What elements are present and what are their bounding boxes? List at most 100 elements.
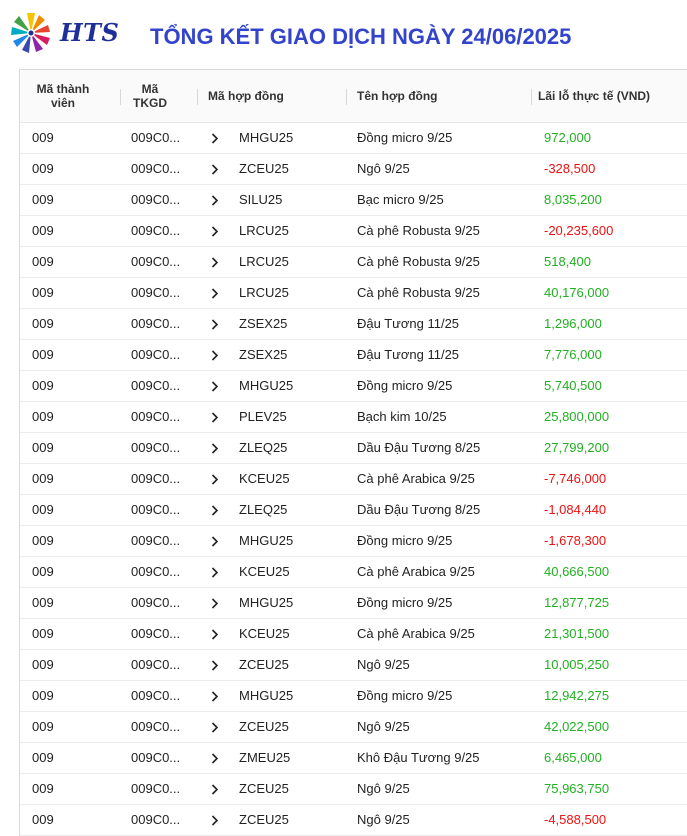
tkgd-cell: 009C0... (131, 595, 181, 610)
table-row[interactable]: 009 009C0... KCEU25 Cà phê Arabica 9/25 21,3… (20, 619, 687, 650)
chevron-right-icon[interactable] (211, 495, 221, 525)
col-header-member-line1: Mã thành (36, 82, 90, 96)
chevron-right-icon[interactable] (211, 371, 221, 401)
contract-code-cell: ZCEU25 (239, 812, 289, 827)
contract-name-cell: Đậu Tương 11/25 (357, 347, 460, 362)
col-header-pnl[interactable]: Lãi lỗ thực tế (VND) (538, 70, 686, 122)
chevron-right-icon[interactable] (211, 154, 221, 184)
chevron-right-icon[interactable] (211, 340, 221, 370)
member-code-cell: 009 (32, 812, 54, 827)
chevron-right-icon[interactable] (211, 123, 221, 153)
table-row[interactable]: 009 009C0... ZCEU25 Ngô 9/25 -328,500 (20, 154, 687, 185)
hts-logo-icon (8, 10, 54, 56)
chevron-right-icon[interactable] (211, 309, 221, 339)
tkgd-cell: 009C0... (131, 409, 181, 424)
pnl-cell: 27,799,200 (544, 440, 610, 455)
chevron-right-icon[interactable] (211, 216, 221, 246)
chevron-right-icon[interactable] (211, 402, 221, 432)
chevron-right-icon[interactable] (211, 650, 221, 680)
member-code-cell: 009 (32, 285, 54, 300)
member-code-cell: 009 (32, 781, 54, 796)
contract-code-cell: ZLEQ25 (239, 440, 288, 455)
member-code-cell: 009 (32, 192, 54, 207)
column-divider (346, 89, 347, 105)
table-row[interactable]: 009 009C0... ZMEU25 Khô Đậu Tương 9/25 6,465… (20, 743, 687, 774)
table-row[interactable]: 009 009C0... ZLEQ25 Dầu Đậu Tương 8/25 27,79… (20, 433, 687, 464)
chevron-right-icon[interactable] (211, 588, 221, 618)
pnl-cell: 518,400 (544, 254, 591, 269)
chevron-right-icon[interactable] (211, 805, 221, 835)
chevron-right-icon[interactable] (211, 743, 221, 773)
chevron-right-icon[interactable] (211, 278, 221, 308)
col-header-contract-name[interactable]: Tên hợp đồng (357, 70, 527, 122)
contract-name-cell: Dầu Đậu Tương 8/25 (357, 440, 481, 455)
table-row[interactable]: 009 009C0... KCEU25 Cà phê Arabica 9/25 -7,7… (20, 464, 687, 495)
table-row[interactable]: 009 009C0... MHGU25 Đồng micro 9/25 12,942,2… (20, 681, 687, 712)
table-row[interactable]: 009 009C0... ZCEU25 Ngô 9/25 75,963,750 (20, 774, 687, 805)
chevron-right-icon[interactable] (211, 185, 221, 215)
table-row[interactable]: 009 009C0... ZCEU25 Ngô 9/25 42,022,500 (20, 712, 687, 743)
table-header: Mã thành viên Mã TKGD Mã hợp đồng Tên hợp … (20, 70, 687, 123)
column-divider (531, 89, 532, 105)
member-code-cell: 009 (32, 378, 54, 393)
pnl-cell: -1,084,440 (544, 502, 607, 517)
chevron-right-icon[interactable] (211, 247, 221, 277)
table-row[interactable]: 009 009C0... ZCEU25 Ngô 9/25 10,005,250 (20, 650, 687, 681)
contract-name-cell: Cà phê Arabica 9/25 (357, 471, 475, 486)
table-row[interactable]: 009 009C0... MHGU25 Đồng micro 9/25 12,877,7… (20, 588, 687, 619)
col-header-member[interactable]: Mã thành viên (20, 70, 106, 122)
table-row[interactable]: 009 009C0... PLEV25 Bạch kim 10/25 25,800,00… (20, 402, 687, 433)
pnl-cell: 75,963,750 (544, 781, 610, 796)
chevron-right-icon[interactable] (211, 681, 221, 711)
table-row[interactable]: 009 009C0... LRCU25 Cà phê Robusta 9/25 -20,… (20, 216, 687, 247)
contract-name-cell: Đồng micro 9/25 (357, 595, 453, 610)
chevron-right-icon[interactable] (211, 557, 221, 587)
col-header-pnl-label: Lãi lỗ thực tế (VND) (538, 89, 651, 103)
member-code-cell: 009 (32, 161, 54, 176)
contract-name-cell: Đồng micro 9/25 (357, 688, 453, 703)
contract-name-cell: Ngô 9/25 (357, 781, 410, 796)
pnl-cell: 10,005,250 (544, 657, 610, 672)
table-row[interactable]: 009 009C0... ZSEX25 Đậu Tương 11/25 7,776,00… (20, 340, 687, 371)
chevron-right-icon[interactable] (211, 433, 221, 463)
col-header-tkgd[interactable]: Mã TKGD (121, 70, 179, 122)
table-row[interactable]: 009 009C0... LRCU25 Cà phê Robusta 9/25 40,1… (20, 278, 687, 309)
pnl-cell: 25,800,000 (544, 409, 610, 424)
contract-code-cell: LRCU25 (239, 254, 289, 269)
contract-code-cell: ZSEX25 (239, 347, 288, 362)
contract-code-cell: MHGU25 (239, 533, 294, 548)
member-code-cell: 009 (32, 254, 54, 269)
chevron-right-icon[interactable] (211, 712, 221, 742)
col-header-tkgd-line2: TKGD (133, 96, 167, 110)
contract-code-cell: ZCEU25 (239, 657, 289, 672)
tkgd-cell: 009C0... (131, 657, 181, 672)
table-row[interactable]: 009 009C0... MHGU25 Đồng micro 9/25 -1,678,3… (20, 526, 687, 557)
contract-code-cell: KCEU25 (239, 471, 290, 486)
table-row[interactable]: 009 009C0... MHGU25 Đồng micro 9/25 5,740,50… (20, 371, 687, 402)
table-row[interactable]: 009 009C0... MHGU25 Đồng micro 9/25 972,000 (20, 123, 687, 154)
pnl-cell: -7,746,000 (544, 471, 607, 486)
chevron-right-icon[interactable] (211, 464, 221, 494)
table-row[interactable]: 009 009C0... LRCU25 Cà phê Robusta 9/25 518,… (20, 247, 687, 278)
pnl-cell: 6,465,000 (544, 750, 602, 765)
member-code-cell: 009 (32, 626, 54, 641)
contract-name-cell: Đồng micro 9/25 (357, 130, 453, 145)
col-header-contract-name-label: Tên hợp đồng (357, 89, 438, 103)
contract-code-cell: MHGU25 (239, 688, 294, 703)
member-code-cell: 009 (32, 316, 54, 331)
chevron-right-icon[interactable] (211, 526, 221, 556)
table-row[interactable]: 009 009C0... SILU25 Bạc micro 9/25 8,035,200 (20, 185, 687, 216)
contract-name-cell: Ngô 9/25 (357, 161, 410, 176)
table-row[interactable]: 009 009C0... ZSEX25 Đậu Tương 11/25 1,296,00… (20, 309, 687, 340)
contract-code-cell: ZLEQ25 (239, 502, 288, 517)
chevron-right-icon[interactable] (211, 619, 221, 649)
col-header-contract-code[interactable]: Mã hợp đồng (208, 70, 338, 122)
chevron-right-icon[interactable] (211, 774, 221, 804)
table-row[interactable]: 009 009C0... KCEU25 Cà phê Arabica 9/25 40,6… (20, 557, 687, 588)
contract-name-cell: Dầu Đậu Tương 8/25 (357, 502, 481, 517)
tkgd-cell: 009C0... (131, 564, 181, 579)
table-row[interactable]: 009 009C0... ZLEQ25 Dầu Đậu Tương 8/25 -1,08… (20, 495, 687, 526)
contract-code-cell: ZCEU25 (239, 161, 289, 176)
table-row[interactable]: 009 009C0... ZCEU25 Ngô 9/25 -4,588,500 (20, 805, 687, 836)
contract-name-cell: Bạch kim 10/25 (357, 409, 447, 424)
